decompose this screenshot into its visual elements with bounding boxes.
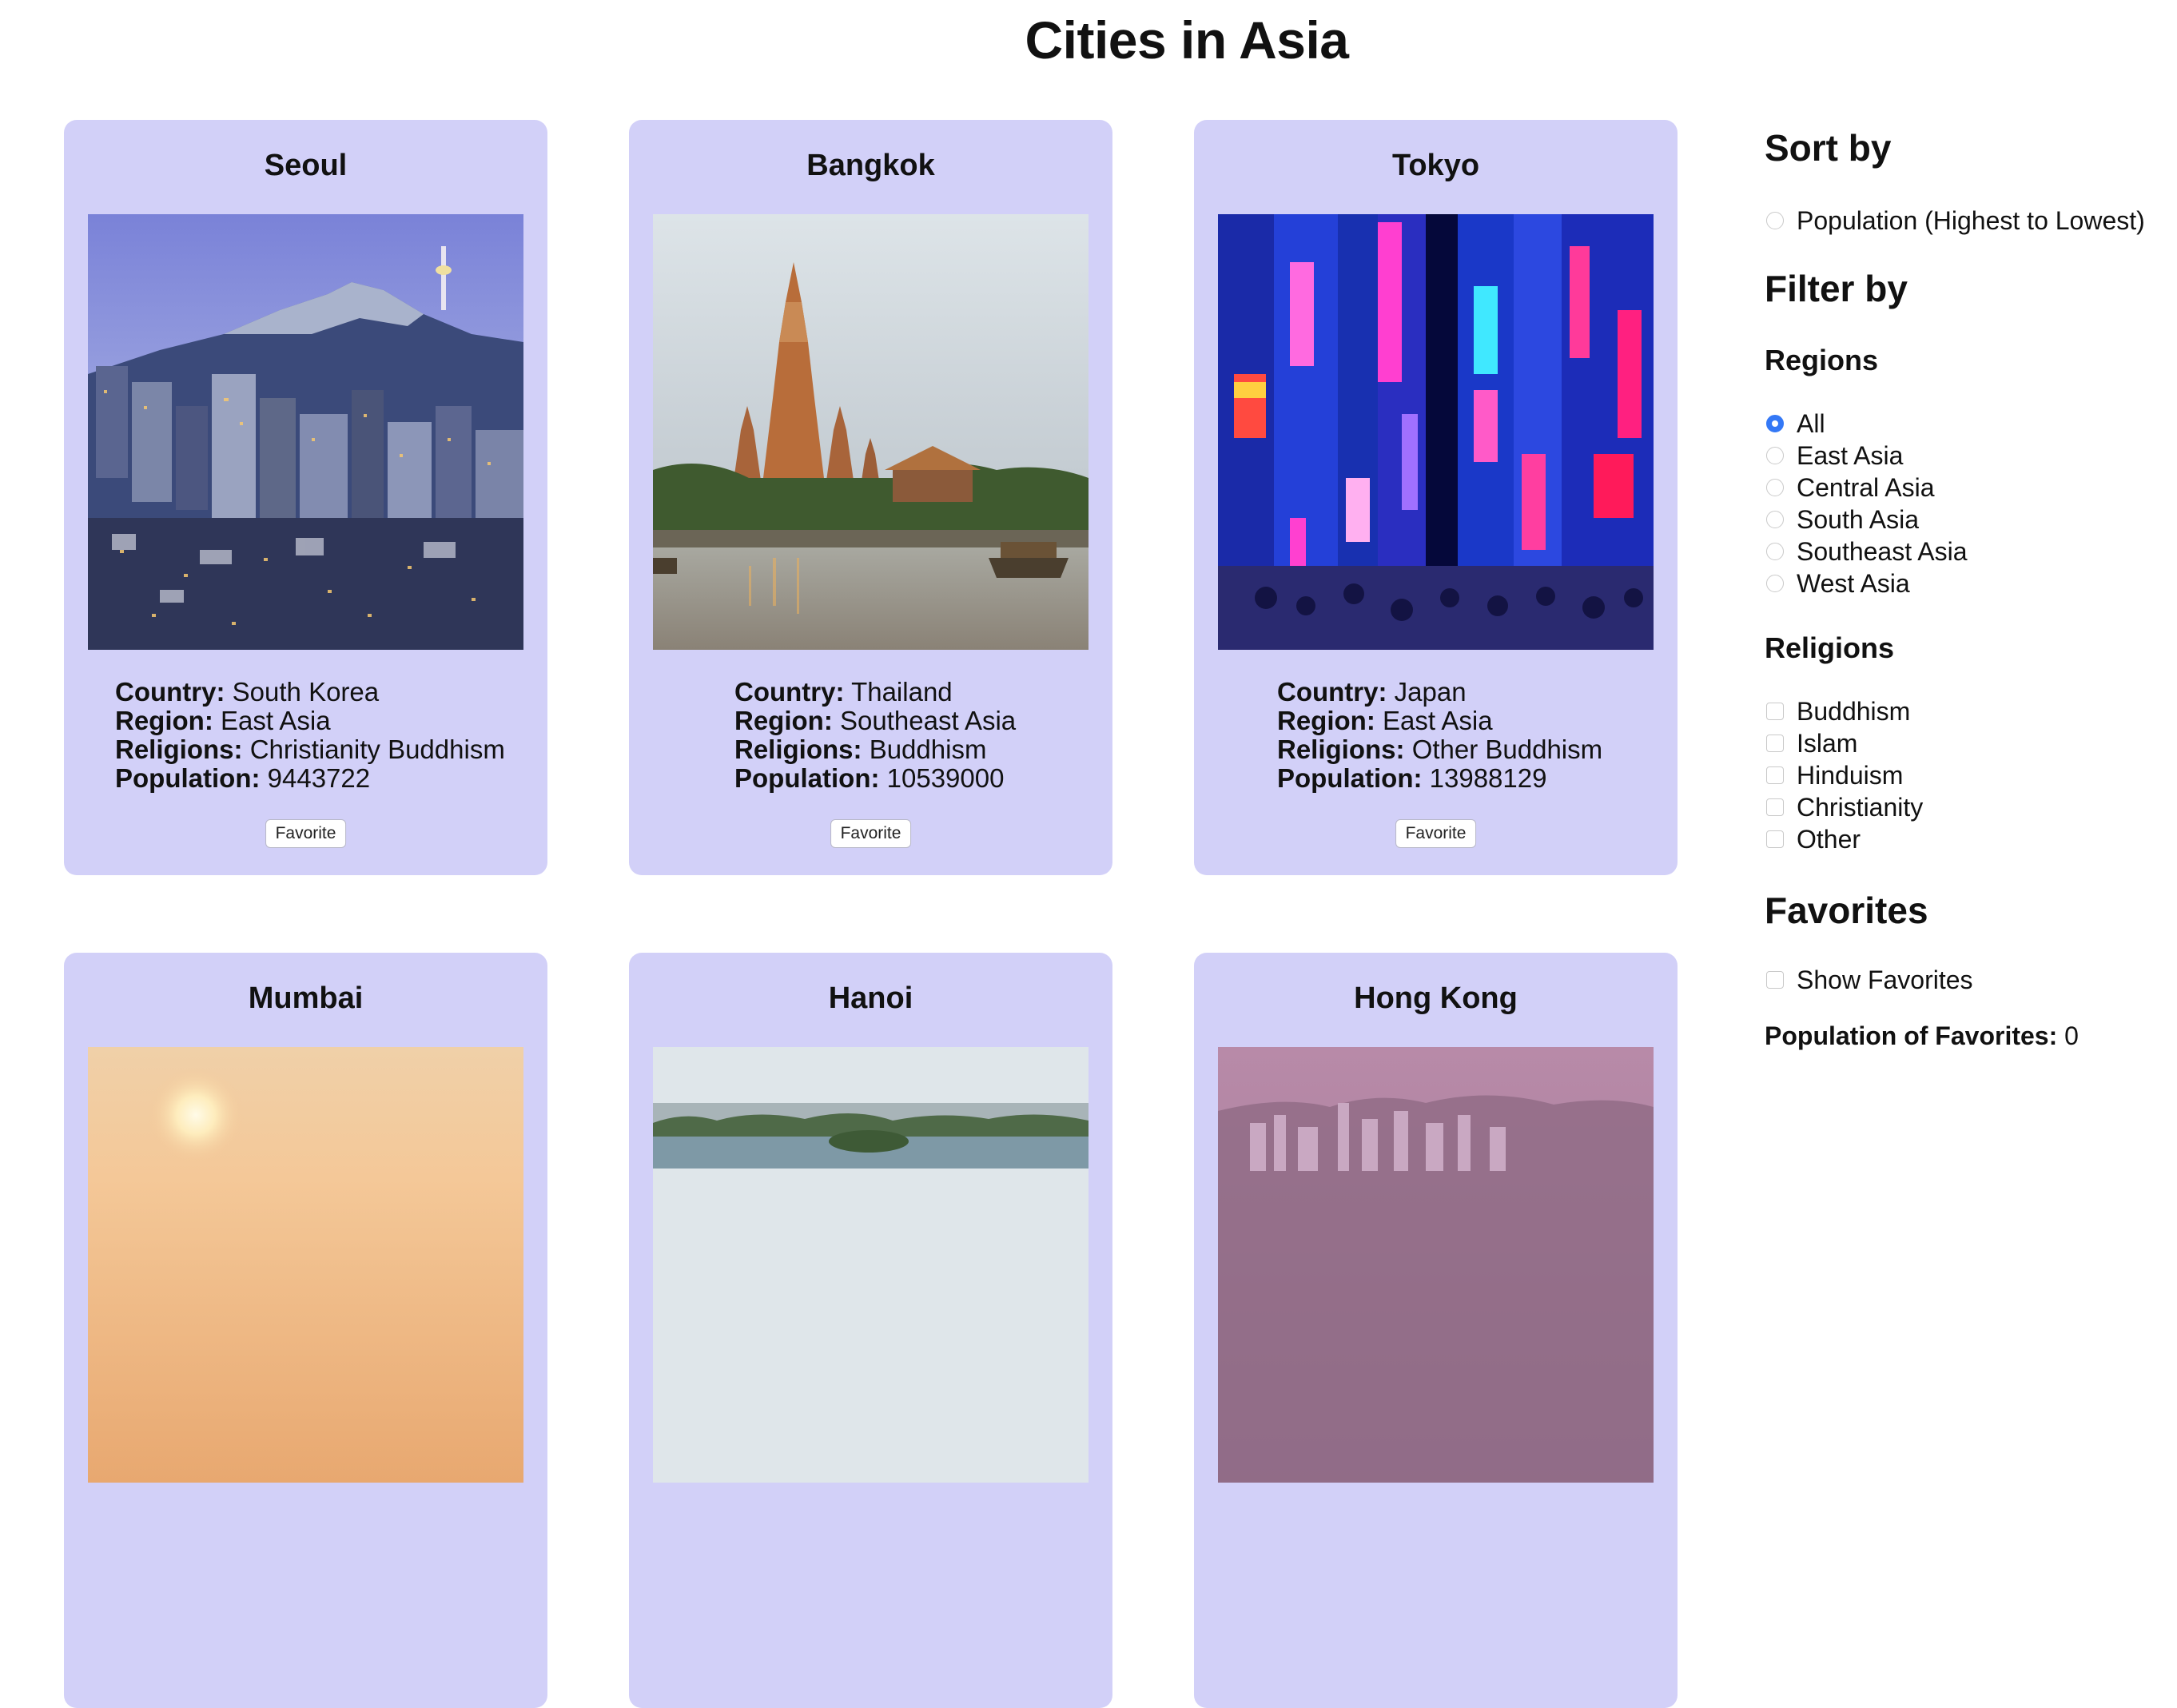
city-info: Country: Japan Region: East Asia Religio… [1277, 677, 1603, 793]
population-value: 10539000 [886, 763, 1005, 793]
religions-heading: Religions [1765, 631, 1895, 664]
religion-option-buddhism[interactable]: Buddhism [1766, 695, 1910, 727]
city-card-seoul: Seoul Country: South Korea Region: East … [64, 120, 547, 875]
country-value: South Korea [232, 677, 380, 707]
region-option-east-asia[interactable]: East Asia [1766, 440, 1903, 472]
regions-heading: Regions [1765, 344, 1879, 376]
city-card-hanoi: Hanoi [629, 953, 1112, 1708]
religions-value: Buddhism [869, 735, 987, 764]
region-option-all[interactable]: All [1766, 408, 1825, 440]
city-image-hong-kong [1218, 1047, 1654, 1483]
city-name: Hong Kong [1354, 981, 1518, 1015]
favorite-button[interactable]: Favorite [830, 819, 912, 848]
city-image-tokyo [1218, 214, 1654, 650]
religion-option-christianity[interactable]: Christianity [1766, 791, 1923, 823]
checkbox[interactable] [1766, 766, 1784, 784]
region-option-central-asia[interactable]: Central Asia [1766, 472, 1935, 504]
region-option-south-asia[interactable]: South Asia [1766, 504, 1919, 535]
sort-option-population[interactable]: Population (Highest to Lowest) [1766, 205, 2145, 237]
city-image-seoul [88, 214, 523, 650]
city-info: Country: Thailand Region: Southeast Asia… [734, 677, 1017, 793]
checkbox[interactable] [1766, 798, 1784, 816]
city-name: Hanoi [828, 981, 913, 1015]
city-name: Mumbai [248, 981, 364, 1015]
region-value: East Asia [221, 706, 331, 735]
city-name: Bangkok [806, 149, 935, 182]
religions-value: Christianity Buddhism [249, 735, 505, 764]
page-title: Cities in Asia [1025, 10, 1349, 70]
radio-button[interactable] [1766, 575, 1784, 592]
population-value: 13988129 [1429, 763, 1547, 793]
favorite-button[interactable]: Favorite [265, 819, 347, 848]
country-value: Japan [1394, 677, 1467, 707]
favorite-button[interactable]: Favorite [1395, 819, 1477, 848]
city-image-mumbai [88, 1047, 523, 1483]
checkbox[interactable] [1766, 703, 1784, 720]
checkbox[interactable] [1766, 735, 1784, 752]
city-image-hanoi [653, 1047, 1088, 1483]
filter-heading: Filter by [1765, 268, 1908, 309]
region-option-west-asia[interactable]: West Asia [1766, 567, 1910, 599]
radio-button[interactable] [1766, 212, 1784, 229]
population-value: 9443722 [267, 763, 371, 793]
city-info: Country: South Korea Region: East Asia R… [115, 677, 505, 793]
religion-option-other[interactable]: Other [1766, 823, 1861, 855]
religion-option-islam[interactable]: Islam [1766, 727, 1857, 759]
population-of-favorites-value: 0 [2064, 1021, 2079, 1050]
radio-button[interactable] [1766, 543, 1784, 560]
region-option-southeast-asia[interactable]: Southeast Asia [1766, 535, 1967, 567]
favorites-heading: Favorites [1765, 890, 1928, 931]
region-value: East Asia [1383, 706, 1493, 735]
sort-heading: Sort by [1765, 127, 1892, 169]
city-image-bangkok [653, 214, 1088, 650]
region-value: Southeast Asia [840, 706, 1017, 735]
checkbox[interactable] [1766, 830, 1784, 848]
city-card-hong-kong: Hong Kong [1194, 953, 1678, 1708]
city-card-tokyo: Tokyo Country: Japan Region: East Asia R… [1194, 120, 1678, 875]
city-name: Seoul [264, 149, 348, 182]
city-name: Tokyo [1391, 149, 1480, 182]
checkbox[interactable] [1766, 971, 1784, 989]
show-favorites-option[interactable]: Show Favorites [1766, 964, 1973, 996]
radio-button[interactable] [1766, 447, 1784, 464]
radio-button[interactable] [1766, 479, 1784, 496]
population-of-favorites: Population of Favorites: 0 [1765, 1021, 2079, 1050]
religions-value: Other Buddhism [1411, 735, 1603, 764]
city-card-bangkok: Bangkok Country: Thailand Region: Southe… [629, 120, 1112, 875]
city-card-mumbai: Mumbai [64, 953, 547, 1708]
radio-button[interactable] [1766, 511, 1784, 528]
radio-button[interactable] [1766, 415, 1784, 432]
country-value: Thailand [851, 677, 953, 707]
religion-option-hinduism[interactable]: Hinduism [1766, 759, 1903, 791]
